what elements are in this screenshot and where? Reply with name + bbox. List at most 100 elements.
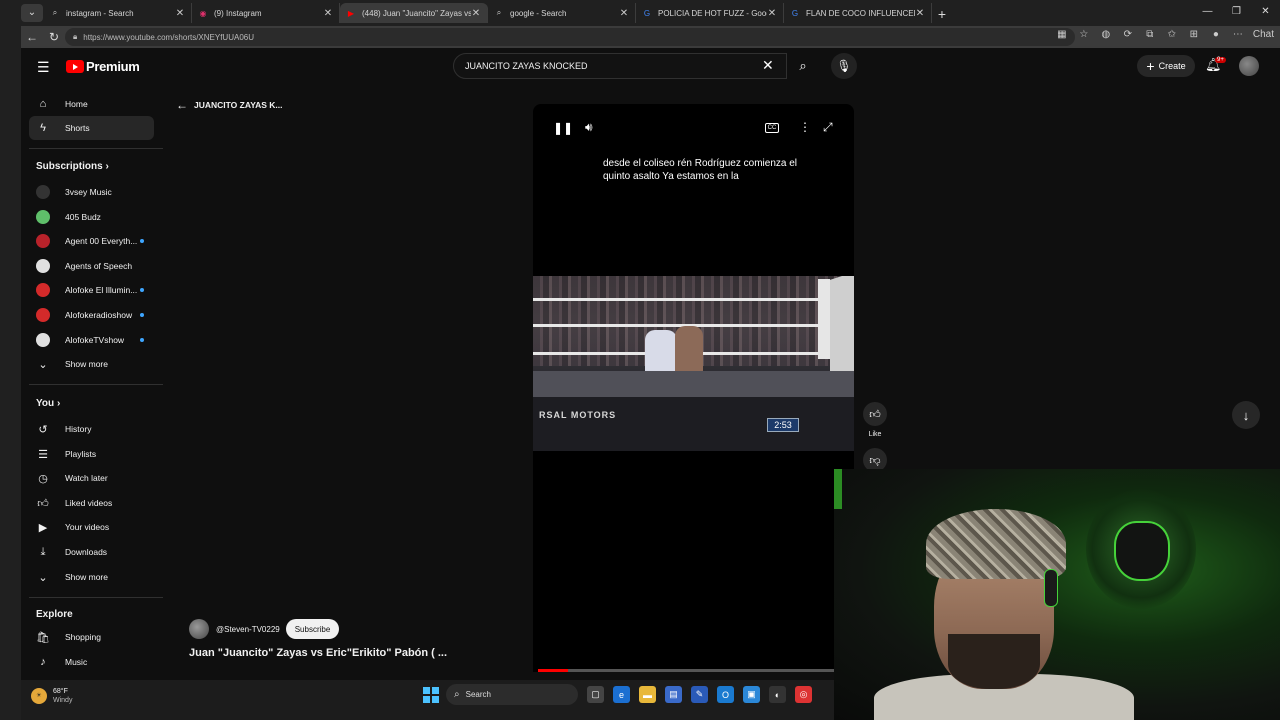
weather-widget[interactable]: ☀ 68°F Windy [31, 687, 72, 705]
sidebar-item-subscription[interactable]: Alofoke El Illumin... [29, 278, 154, 302]
weather-description: Windy [53, 697, 73, 704]
tab-title: POLICIA DE HOT FUZZ - Google S [658, 8, 767, 18]
taskbar-search-box[interactable]: ⌕ Search [446, 684, 578, 705]
like-button[interactable]: 👍︎ [863, 402, 887, 426]
store-icon[interactable]: ▤ [665, 686, 682, 703]
search-icon: ⌕ [454, 689, 460, 700]
reading-view-icon[interactable]: ▦ [1055, 29, 1069, 40]
outlook-icon[interactable]: O [717, 686, 734, 703]
sidebar-item-label: 3vsey Music [65, 187, 112, 197]
split-screen-icon[interactable]: ⧉ [1143, 29, 1157, 40]
voice-search-button[interactable]: 🎙︎ [831, 53, 857, 79]
windows-taskbar: ☀ 68°F Windy ⌕ Search ▢ e ▬ ▤ ✎ O ▣ ◐ ◎ [21, 680, 834, 720]
sidebar-item-playlists[interactable]: ☰ Playlists [29, 442, 154, 466]
sidebar-item-home[interactable]: ⌂ Home [29, 92, 154, 116]
volume-icon[interactable]: 🔊︎ [585, 120, 593, 135]
youtube-logo[interactable]: Premium [66, 59, 140, 74]
channel-handle[interactable]: @Steven-TV0229 [216, 625, 280, 634]
logo-text: Premium [86, 59, 140, 74]
clear-search-icon[interactable]: ✕ [762, 57, 774, 74]
refresh-extension-icon[interactable]: ⟳ [1121, 29, 1135, 40]
more-vertical-icon[interactable]: ⋮ [799, 120, 811, 134]
close-window-icon[interactable]: ✕ [1251, 0, 1280, 25]
search-input[interactable]: JUANCITO ZAYAS KNOCKED [453, 53, 787, 79]
tab-close-icon[interactable]: ✕ [619, 8, 629, 19]
fullscreen-icon[interactable]: ⤢ [823, 120, 833, 135]
home-icon: ⌂ [39, 98, 47, 110]
sidebar-item-subscription[interactable]: Agent 00 Everyth... [29, 229, 154, 253]
profile-icon[interactable]: ● [1209, 29, 1223, 40]
shorts-video-player[interactable]: ❚❚ 🔊︎ CC ⋮ ⤢ desde el coliseo rén Rodríg… [533, 104, 854, 672]
create-button[interactable]: + Create [1137, 55, 1195, 77]
weather-temperature: 68°F [53, 688, 68, 695]
app-icon[interactable]: ▣ [743, 686, 760, 703]
video-title[interactable]: Juan "Juancito" Zayas vs Eric"Erikito" P… [189, 647, 447, 659]
round-timer: 2:53 [767, 418, 799, 432]
app-icon[interactable]: ✎ [691, 686, 708, 703]
sidebar-item-music[interactable]: ♪ Music [29, 650, 154, 674]
sidebar-item-shorts[interactable]: ϟ Shorts [29, 116, 154, 140]
copilot-chat-button[interactable]: Chat [1253, 29, 1274, 40]
menu-icon[interactable]: ☰ [37, 59, 50, 76]
pause-icon[interactable]: ❚❚ [553, 121, 573, 135]
sidebar-item-liked-videos[interactable]: 👍︎ Liked videos [29, 491, 154, 515]
channel-avatar[interactable] [189, 619, 209, 639]
subscribe-button[interactable]: Subscribe [285, 619, 340, 639]
tab-close-icon[interactable]: ✕ [175, 8, 185, 19]
arrow-down-icon: ↓ [1242, 407, 1250, 423]
extension-icon[interactable]: ◍ [1099, 29, 1113, 40]
sidebar-item-subscription[interactable]: 3vsey Music [29, 180, 154, 204]
notifications-badge: 9+ [1215, 57, 1226, 63]
url-field[interactable]: 🔒︎ https://www.youtube.com/shorts/XNEYfU… [65, 28, 1075, 46]
subscriptions-heading[interactable]: Subscriptions › [36, 161, 109, 172]
browser-tab[interactable]: ⌕ google - Search ✕ [488, 3, 636, 23]
you-heading[interactable]: You › [36, 398, 60, 409]
tab-close-icon[interactable]: ✕ [915, 8, 925, 19]
new-content-dot [140, 239, 144, 243]
minimize-icon[interactable]: — [1193, 0, 1222, 25]
sidebar-item-watch-later[interactable]: ◷ Watch later [29, 466, 154, 490]
app-icon[interactable]: ◎ [795, 686, 812, 703]
more-menu-icon[interactable]: ⋯ [1231, 29, 1245, 40]
browser-tab[interactable]: ⌕ instagram - Search ✕ [44, 3, 192, 23]
shorts-back-button[interactable]: ← JUANCITO ZAYAS K... [176, 98, 283, 112]
windows-start-icon[interactable] [423, 687, 439, 703]
browser-tab[interactable]: G POLICIA DE HOT FUZZ - Google S ✕ [636, 3, 784, 23]
app-icon[interactable]: ◐ [769, 686, 786, 703]
sidebar-item-subscription[interactable]: 405 Budz [29, 205, 154, 229]
closed-captions-icon[interactable]: CC [765, 123, 779, 133]
webcam-green-light [834, 469, 842, 509]
file-explorer-icon[interactable]: ▬ [639, 686, 656, 703]
favorites-icon[interactable]: ✩ [1165, 29, 1179, 40]
sidebar-item-downloads[interactable]: ⤓ Downloads [29, 540, 154, 564]
edge-browser-icon[interactable]: e [613, 686, 630, 703]
video-progress-bar[interactable] [538, 669, 834, 672]
sidebar-item-label: Shorts [65, 123, 90, 133]
favorite-star-icon[interactable]: ☆ [1077, 29, 1091, 40]
sidebar-show-more-you[interactable]: ⌄ Show more [29, 565, 154, 589]
tab-close-icon[interactable]: ✕ [323, 8, 333, 19]
tab-close-icon[interactable]: ✕ [471, 8, 481, 19]
tab-actions-menu-button[interactable]: ⌄ [21, 3, 43, 22]
maximize-icon[interactable]: ❐ [1222, 0, 1251, 25]
sidebar-item-history[interactable]: ↺ History [29, 417, 154, 441]
account-avatar[interactable] [1239, 56, 1259, 76]
sidebar-show-more-subscriptions[interactable]: ⌄ Show more [29, 352, 154, 376]
tab-close-icon[interactable]: ✕ [767, 8, 777, 19]
sidebar-item-subscription[interactable]: Alofokeradioshow [29, 303, 154, 327]
sidebar-item-shopping[interactable]: 🛍︎ Shopping [29, 625, 154, 649]
back-arrow-icon[interactable]: ← [21, 30, 43, 44]
sidebar-item-label: Playlists [65, 449, 97, 459]
browser-tab[interactable]: ◉ (9) Instagram ✕ [192, 3, 340, 23]
sidebar-item-subscription[interactable]: AlofokeTVshow [29, 328, 154, 352]
next-short-button[interactable]: ↓ [1232, 401, 1260, 429]
sidebar-item-subscription[interactable]: Agents of Speech [29, 254, 154, 278]
browser-tab-active[interactable]: ▶ (448) Juan "Juancito" Zayas vs ✕ [340, 3, 488, 23]
task-view-icon[interactable]: ▢ [587, 686, 604, 703]
sidebar-item-your-videos[interactable]: ▶ Your videos [29, 515, 154, 539]
refresh-icon[interactable]: ↻ [43, 30, 65, 44]
collections-icon[interactable]: ⊞ [1187, 29, 1201, 40]
new-tab-button[interactable]: + [932, 3, 952, 25]
search-button[interactable]: ⌕ [787, 53, 819, 79]
browser-tab[interactable]: G FLAN DE COCO INFLUENCER - Go ✕ [784, 3, 932, 23]
